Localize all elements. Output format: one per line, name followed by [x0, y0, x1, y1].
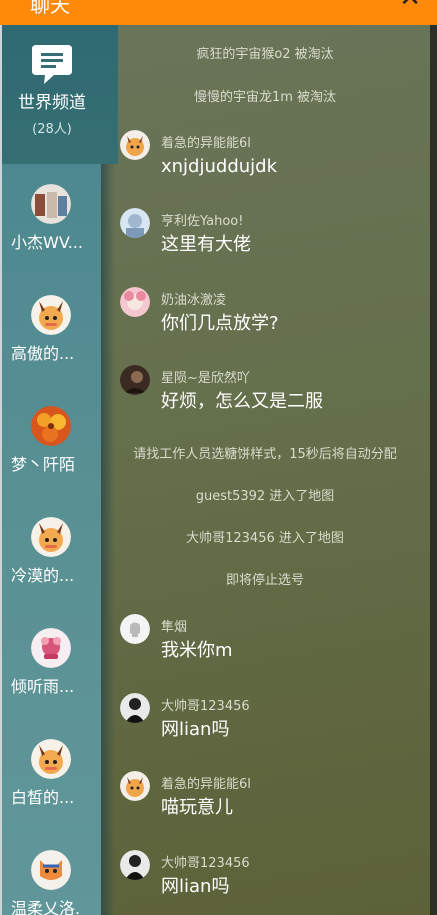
message-text: 这里有大佬	[161, 234, 251, 255]
sender-name: 隼烟	[161, 620, 188, 635]
system-message: 疯狂的宇宙猴o2 被淘汰	[196, 47, 334, 62]
channel-sidebar: 世界频道 (28人) 小杰WV... 高傲的... 梦丶阡陌 冷漠的... 倾听…	[0, 25, 120, 915]
message-text: 好烦，怎么又是二服	[161, 391, 323, 412]
sender-name: 着急的异能能6l	[161, 777, 251, 792]
system-message: 请找工作人员选糖饼样式，15秒后将自动分配	[133, 447, 397, 462]
sidebar-user-item[interactable]: 梦丶阡陌	[2, 386, 101, 497]
avatar	[31, 295, 71, 335]
avatar[interactable]	[120, 850, 150, 880]
avatar[interactable]	[120, 365, 150, 395]
close-icon[interactable]: ✕	[399, 0, 421, 11]
sidebar-user-name: 小杰WV...	[11, 233, 83, 252]
system-message: 大帅哥123456 进入了地图	[186, 531, 344, 546]
sidebar-user-name: 白皙的...	[11, 788, 75, 807]
sidebar-user-item[interactable]: 温柔乂洛.	[2, 830, 101, 915]
sidebar-user-name: 梦丶阡陌	[11, 455, 76, 474]
avatar[interactable]	[120, 693, 150, 723]
avatar[interactable]	[120, 287, 150, 317]
sidebar-user-name: 温柔乂洛.	[11, 899, 81, 915]
avatar	[31, 406, 71, 446]
sidebar-user-item[interactable]: 白皙的...	[2, 719, 101, 830]
sender-name: 星陨~是欣然吖	[161, 371, 250, 386]
avatar	[31, 184, 71, 224]
avatar	[31, 850, 71, 890]
sender-name: 着急的异能能6l	[161, 136, 251, 151]
sidebar-user-name: 冷漠的...	[11, 566, 75, 585]
message-text: 我米你m	[161, 640, 233, 661]
system-message: guest5392 进入了地图	[195, 489, 335, 504]
avatar[interactable]	[120, 130, 150, 160]
sender-name: 亨利佐Yahoo!	[161, 214, 244, 229]
chat-bubble-icon	[30, 43, 74, 85]
world-channel-label: 世界频道	[18, 93, 86, 113]
sidebar-user-item[interactable]: 高傲的...	[2, 275, 101, 386]
sidebar-shadow	[101, 164, 115, 915]
sidebar-user-item[interactable]: 冷漠的...	[2, 497, 101, 608]
avatar[interactable]	[120, 614, 150, 644]
message-text: xnjdjuddujdk	[161, 156, 278, 177]
chat-message-area[interactable]: 疯狂的宇宙猴o2 被淘汰 慢慢的宇宙龙1m 被淘汰 着急的异能能6l xnjdj…	[100, 25, 430, 915]
system-message: 即将停止选号	[225, 573, 304, 588]
sender-name: 大帅哥123456	[161, 699, 250, 714]
top-header: 聊天 ✕	[0, 0, 437, 25]
avatar	[31, 517, 71, 557]
sidebar-user-item[interactable]: 倾听雨...	[2, 608, 101, 719]
sender-name: 大帅哥123456	[161, 856, 250, 871]
message-text: 你们几点放学?	[161, 313, 279, 334]
right-edge-divider	[430, 25, 437, 915]
message-text: 喵玩意儿	[161, 797, 233, 818]
avatar[interactable]	[120, 208, 150, 238]
avatar	[31, 739, 71, 779]
avatar[interactable]	[120, 771, 150, 801]
sidebar-edge	[0, 25, 2, 915]
message-text: 网lian吗	[161, 719, 230, 740]
sidebar-item-world-channel[interactable]: 世界频道 (28人)	[2, 25, 118, 164]
sender-name: 奶油冰激凌	[161, 293, 227, 308]
message-text: 网lian吗	[161, 876, 230, 897]
page-title: 聊天	[30, 0, 70, 17]
user-list: 小杰WV... 高傲的... 梦丶阡陌 冷漠的... 倾听雨... 白皙的...…	[2, 164, 101, 915]
sidebar-user-name: 高傲的...	[11, 344, 75, 363]
sidebar-user-name: 倾听雨...	[11, 677, 75, 696]
world-channel-count: (28人)	[32, 122, 72, 137]
avatar	[31, 628, 71, 668]
system-message: 慢慢的宇宙龙1m 被淘汰	[193, 90, 337, 105]
sidebar-user-item[interactable]: 小杰WV...	[2, 164, 101, 275]
